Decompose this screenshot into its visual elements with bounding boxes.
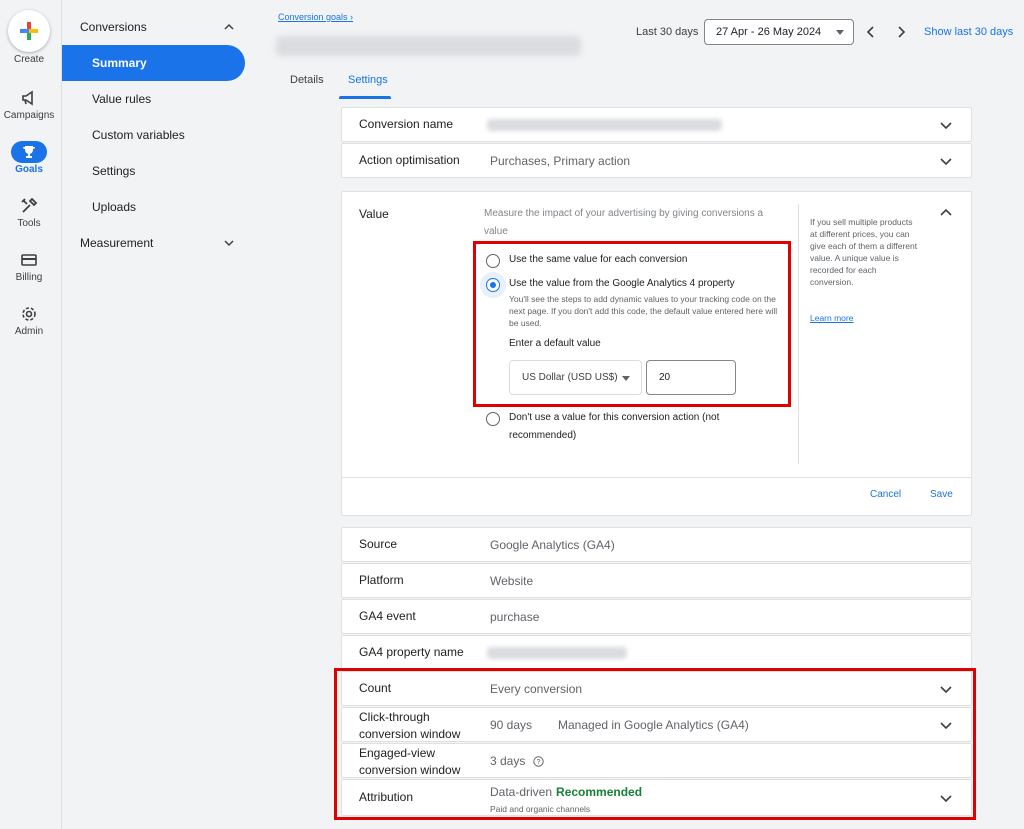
- left-rail: Create Campaigns Goals Tools Billing Adm…: [0, 0, 62, 829]
- row-value: Website: [490, 573, 534, 588]
- nav-summary[interactable]: Summary: [62, 45, 245, 81]
- tab-details[interactable]: Details: [290, 74, 324, 86]
- campaigns-icon[interactable]: [17, 86, 41, 110]
- create-button[interactable]: [8, 10, 50, 52]
- conversion-name-redacted: [487, 119, 722, 131]
- dropdown-caret-icon: [836, 30, 844, 35]
- ga4-property-redacted: [487, 647, 627, 659]
- side-divider: [798, 204, 799, 464]
- page-title-redacted: [276, 36, 581, 56]
- show-last-30-days-link[interactable]: Show last 30 days: [924, 26, 1013, 38]
- row-value: Google Analytics (GA4): [490, 537, 615, 552]
- value-help-text: If you sell multiple products at differe…: [810, 217, 918, 287]
- nav-custom-variables-label: Custom variables: [92, 128, 185, 142]
- chevron-down-icon: [224, 240, 234, 247]
- goals-icon[interactable]: [11, 141, 47, 163]
- admin-label: Admin: [14, 326, 44, 337]
- conversion-name-row[interactable]: Conversion name: [341, 107, 972, 142]
- tab-active-indicator: [339, 96, 391, 99]
- nav-settings[interactable]: Settings: [62, 153, 245, 189]
- nav-custom-variables[interactable]: Custom variables: [62, 117, 245, 153]
- plus-icon: [20, 22, 38, 40]
- radio-no-value-label: Don't use a value for this conversion ac…: [509, 412, 720, 441]
- nav-uploads[interactable]: Uploads: [62, 189, 245, 225]
- previous-period-button[interactable]: [862, 22, 880, 42]
- nav-summary-label: Summary: [92, 56, 147, 70]
- chevron-up-icon[interactable]: [939, 206, 953, 220]
- chevron-right-icon: [898, 26, 906, 38]
- date-range-value: 27 Apr - 26 May 2024: [716, 26, 822, 38]
- chevron-up-icon: [224, 23, 234, 30]
- nav-uploads-label: Uploads: [92, 200, 137, 214]
- row-label: Action optimisation: [359, 153, 460, 167]
- tab-settings[interactable]: Settings: [348, 74, 388, 86]
- next-period-button[interactable]: [892, 22, 910, 42]
- highlight-box-value-option: [473, 241, 791, 407]
- row-value: Purchases, Primary action: [490, 153, 631, 168]
- goals-nav: Conversions Summary Value rules Custom v…: [62, 0, 258, 829]
- value-label: Value: [359, 207, 389, 221]
- date-range-select[interactable]: 27 Apr - 26 May 2024: [704, 19, 854, 45]
- value-description: Measure the impact of your advertising b…: [484, 208, 764, 237]
- learn-more-link[interactable]: Learn more: [810, 313, 853, 323]
- nav-settings-label: Settings: [92, 164, 136, 178]
- platform-row: Platform Website: [341, 563, 972, 598]
- admin-gear-icon[interactable]: [17, 302, 41, 326]
- nav-measurement-label: Measurement: [80, 236, 154, 250]
- action-optimisation-row[interactable]: Action optimisation Purchases, Primary a…: [341, 143, 972, 178]
- breadcrumb-link[interactable]: Conversion goals: [278, 12, 348, 22]
- highlight-box-settings: [334, 668, 976, 820]
- nav-value-rules[interactable]: Value rules: [62, 81, 245, 117]
- breadcrumb[interactable]: Conversion goals ›: [278, 12, 353, 22]
- cancel-button[interactable]: Cancel: [870, 489, 901, 500]
- nav-conversions-label: Conversions: [80, 20, 147, 34]
- row-label: Conversion name: [359, 117, 454, 131]
- source-row: Source Google Analytics (GA4): [341, 527, 972, 562]
- tools-label: Tools: [17, 218, 41, 229]
- date-range-label: Last 30 days: [636, 26, 699, 38]
- row-label: GA4 event: [359, 609, 416, 623]
- row-label: Platform: [359, 573, 404, 587]
- chevron-left-icon: [866, 26, 874, 38]
- billing-icon[interactable]: [17, 248, 41, 272]
- row-label: Source: [359, 537, 398, 551]
- chevron-down-icon: [940, 122, 952, 130]
- nav-measurement[interactable]: Measurement: [62, 225, 245, 261]
- campaigns-label: Campaigns: [3, 110, 55, 121]
- billing-label: Billing: [15, 272, 43, 283]
- card-footer-divider: [342, 477, 971, 478]
- row-value: purchase: [490, 609, 540, 624]
- tools-icon[interactable]: [17, 194, 41, 218]
- row-label: GA4 property name: [359, 645, 464, 659]
- goals-label: Goals: [15, 164, 43, 175]
- nav-conversions[interactable]: Conversions: [62, 9, 245, 45]
- chevron-down-icon: [940, 158, 952, 166]
- nav-value-rules-label: Value rules: [92, 92, 152, 106]
- create-label: Create: [13, 54, 44, 65]
- save-button[interactable]: Save: [930, 489, 953, 500]
- radio-no-value[interactable]: [486, 412, 500, 426]
- ga4-property-row: GA4 property name: [341, 635, 972, 670]
- ga4-event-row: GA4 event purchase: [341, 599, 972, 634]
